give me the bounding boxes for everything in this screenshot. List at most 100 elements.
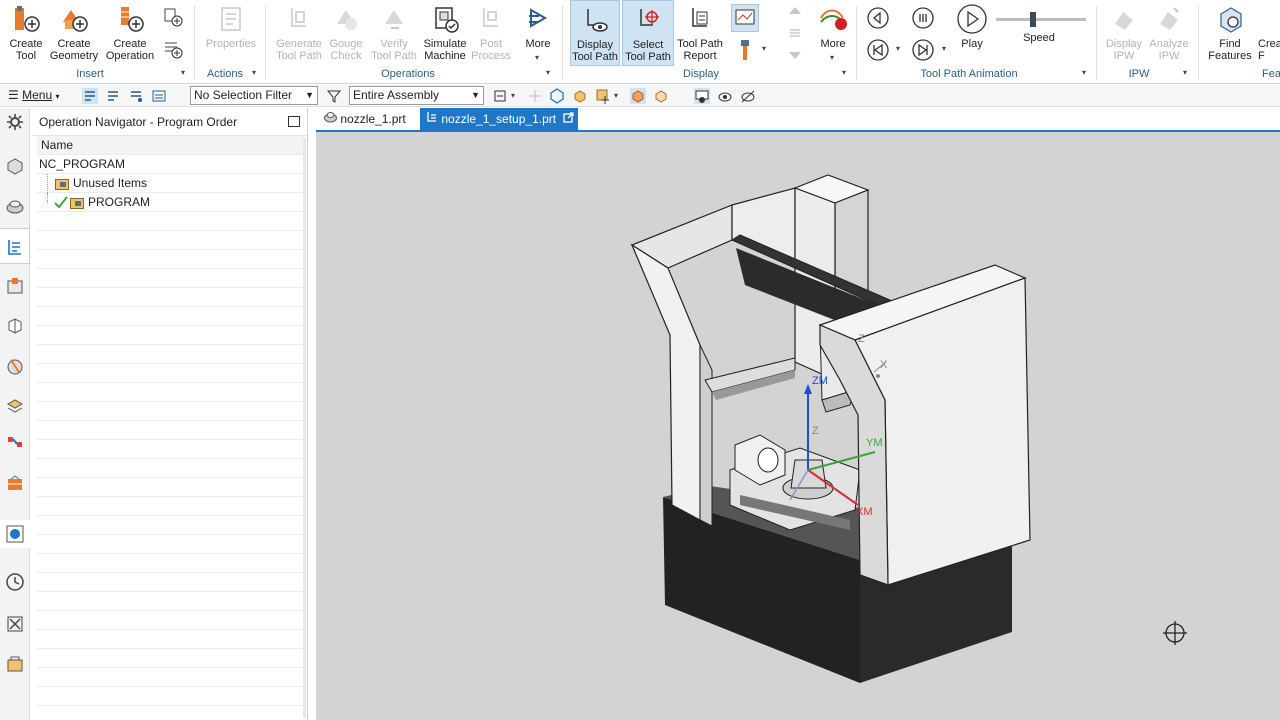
rewind-chevron-down-icon[interactable]: ▾ xyxy=(896,44,900,53)
insert-group-chevron-down-icon[interactable]: ▾ xyxy=(181,68,185,77)
snap-chevron-down-icon[interactable]: ▾ xyxy=(511,91,515,100)
history-clock-icon[interactable] xyxy=(5,572,25,592)
forward-chevron-down-icon[interactable]: ▾ xyxy=(942,44,946,53)
create-feature-button[interactable]: Crea F xyxy=(1258,38,1280,62)
machine-library-icon[interactable] xyxy=(5,654,25,674)
maximize-icon[interactable] xyxy=(288,116,300,127)
actions-group-chevron-down-icon[interactable]: ▾ xyxy=(252,68,256,77)
rewind-icon[interactable] xyxy=(866,38,890,62)
select-tool-path-button[interactable]: Select Tool Path xyxy=(622,0,674,66)
part-navigator-icon[interactable] xyxy=(5,156,25,176)
tab-nozzle-1-setup-1[interactable]: nozzle_1_setup_1.prt ✕ xyxy=(420,108,578,148)
tree-connector xyxy=(47,193,48,203)
scope-chevron-down-icon: ▼ xyxy=(471,90,480,100)
shaded-view-icon[interactable] xyxy=(630,88,646,104)
display-group-chevron-down-icon[interactable]: ▾ xyxy=(842,68,846,77)
show-tool-icon[interactable] xyxy=(717,88,733,104)
machining-feature-navigator-icon[interactable] xyxy=(5,316,25,336)
operations-more-chevron-down-icon[interactable]: ▾ xyxy=(535,53,539,62)
graphics-viewport[interactable]: ZM YM XM Z X Z xyxy=(316,132,1280,720)
create-method-icon[interactable] xyxy=(162,6,184,28)
animation-group-chevron-down-icon[interactable]: ▾ xyxy=(1082,68,1086,77)
empty-tree-row xyxy=(37,630,304,649)
empty-tree-row xyxy=(37,364,304,383)
verify-tool-path-button[interactable]: Verify Tool Path xyxy=(368,0,420,66)
wireframe-view-icon[interactable] xyxy=(653,88,669,104)
web-browser-tab[interactable] xyxy=(0,520,30,548)
select-feature-icon[interactable] xyxy=(82,88,98,104)
display-tool-path-button[interactable]: Display Tool Path xyxy=(570,0,620,66)
find-features-button[interactable]: Find Features xyxy=(1204,0,1256,66)
list-order-icon[interactable] xyxy=(786,24,804,42)
assembly-navigator-icon[interactable] xyxy=(5,196,25,216)
machine-model-scene[interactable]: ZM YM XM Z X Z xyxy=(316,132,1280,720)
snap-point-icon[interactable] xyxy=(492,88,508,104)
properties-button[interactable]: Properties xyxy=(202,0,260,66)
move-up-icon[interactable] xyxy=(786,4,804,22)
settings-gear-icon[interactable] xyxy=(5,112,25,132)
scope-dropdown[interactable]: Entire Assembly ▼ xyxy=(349,86,484,105)
constraint-navigator-icon[interactable] xyxy=(5,432,25,452)
hide-tool-icon[interactable] xyxy=(740,88,756,104)
setup-file-icon xyxy=(426,112,441,126)
play-button[interactable]: Play xyxy=(954,0,990,66)
pan-icon[interactable] xyxy=(527,88,543,104)
generate-tool-path-button[interactable]: Generate Tool Path xyxy=(272,0,326,66)
zm-axis-label: ZM xyxy=(812,375,828,387)
speed-slider-handle[interactable] xyxy=(1029,12,1036,27)
more-display-icon xyxy=(817,0,849,38)
display-ipw-button[interactable]: Display IPW xyxy=(1102,0,1146,66)
hexagon-icon[interactable] xyxy=(549,88,565,104)
select-edge-icon[interactable] xyxy=(151,88,167,104)
operation-navigator-panel: Operation Navigator - Program Order Name… xyxy=(31,108,308,720)
x-axis-label: X xyxy=(880,359,888,371)
navigator-scrollbar[interactable] xyxy=(303,138,306,718)
mcs-display-icon[interactable] xyxy=(694,88,710,104)
simulate-machine-button[interactable]: Simulate Machine xyxy=(420,0,470,66)
snap2-chevron-down-icon[interactable]: ▾ xyxy=(614,91,618,100)
display-more-chevron-down-icon[interactable]: ▾ xyxy=(830,53,834,62)
display-ipw-toggle-icon[interactable] xyxy=(731,4,759,32)
pop-out-icon[interactable] xyxy=(563,112,575,126)
tree-row-nc-program[interactable]: NC_PROGRAM xyxy=(37,155,304,174)
machine-tool-navigator-icon[interactable] xyxy=(5,276,25,296)
part-file-icon xyxy=(324,112,340,126)
tree-row-program[interactable]: PROGRAM xyxy=(37,193,304,212)
speed-slider[interactable] xyxy=(996,12,1086,27)
create-tool-button[interactable]: Create Tool xyxy=(4,0,48,66)
web-browser-icon xyxy=(5,524,25,547)
tool-path-report-button[interactable]: Tool Path Report xyxy=(676,0,724,66)
tree-row-unused-items[interactable]: Unused Items xyxy=(37,174,304,193)
reuse-library-icon[interactable] xyxy=(5,356,25,376)
menu-button[interactable]: ☰ Menu ▾ xyxy=(8,88,60,102)
crosshair-cube-icon[interactable] xyxy=(595,88,611,104)
select-face-icon[interactable] xyxy=(128,88,144,104)
pause-icon[interactable] xyxy=(911,6,935,30)
operation-navigator-tab[interactable] xyxy=(0,228,30,264)
tool-display-icon[interactable] xyxy=(735,38,755,62)
gouge-check-button[interactable]: Gouge Check xyxy=(326,0,366,66)
operations-group-chevron-down-icon[interactable]: ▾ xyxy=(546,68,550,77)
create-program-icon[interactable] xyxy=(162,38,184,60)
cube-snap-icon[interactable] xyxy=(572,88,588,104)
step-back-icon[interactable] xyxy=(866,6,890,30)
resource-bar xyxy=(0,108,30,720)
forward-icon[interactable] xyxy=(911,38,935,62)
column-header-name[interactable]: Name xyxy=(37,136,304,155)
select-body-icon[interactable] xyxy=(105,88,121,104)
filter-icon[interactable] xyxy=(326,88,342,104)
tab-nozzle-1[interactable]: nozzle_1.prt xyxy=(318,108,416,130)
find-features-icon xyxy=(1215,0,1245,38)
hd3d-tools-icon[interactable] xyxy=(5,396,25,416)
system-materials-icon[interactable] xyxy=(5,614,25,634)
empty-tree-row xyxy=(37,497,304,516)
process-studio-icon[interactable] xyxy=(5,474,25,494)
create-geometry-button[interactable]: Create Geometry xyxy=(48,0,100,66)
tool-display-chevron-down-icon[interactable]: ▾ xyxy=(762,44,766,53)
post-process-button[interactable]: Post Process xyxy=(470,0,512,66)
ipw-group-chevron-down-icon[interactable]: ▾ xyxy=(1183,68,1187,77)
create-operation-button[interactable]: Create Operation xyxy=(102,0,158,66)
selection-filter-dropdown[interactable]: No Selection Filter ▼ xyxy=(190,86,318,105)
analyze-ipw-button[interactable]: Analyze IPW xyxy=(1148,0,1190,66)
move-down-icon[interactable] xyxy=(786,44,804,62)
